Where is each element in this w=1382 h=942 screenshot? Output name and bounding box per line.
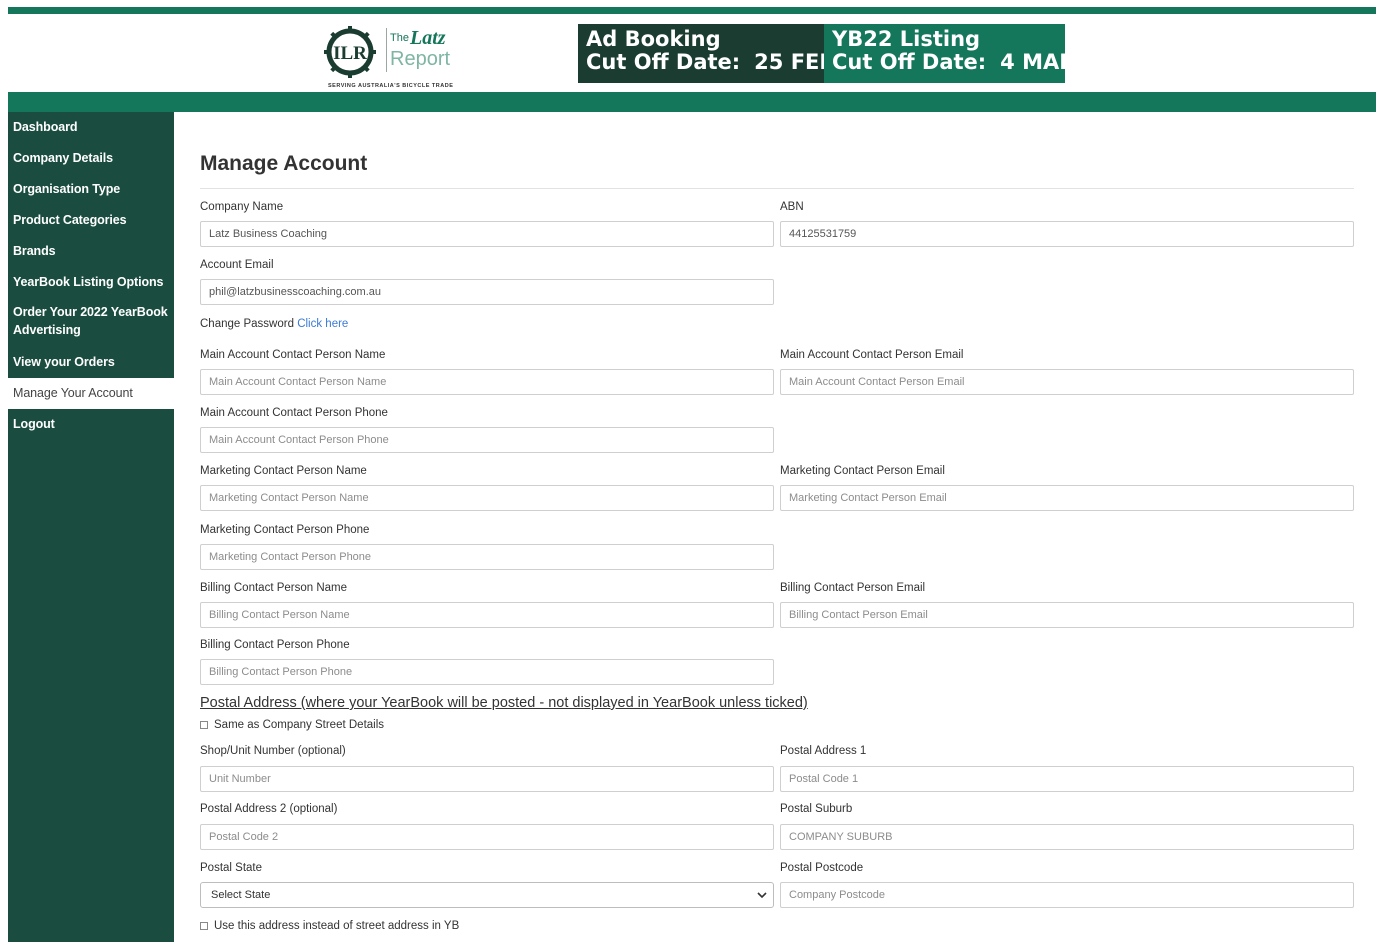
logo-tagline: SERVING AUSTRALIA'S BICYCLE TRADE xyxy=(328,83,454,89)
logo-the: The xyxy=(390,32,409,44)
billing-email-input[interactable] xyxy=(780,602,1354,628)
site-header: ILR The Latz Report SERVING AUSTRALIA'S … xyxy=(8,14,1376,92)
billing-name-label: Billing Contact Person Name xyxy=(200,582,348,594)
sidebar-nav: Dashboard Company Details Organisation T… xyxy=(8,112,174,942)
account-email-input[interactable] xyxy=(200,279,774,305)
page-title: Manage Account xyxy=(200,152,368,175)
logo-latz: Latz xyxy=(410,27,446,49)
postal-state-select[interactable]: Select State xyxy=(200,882,774,908)
sidebar-item-dashboard[interactable]: Dashboard xyxy=(8,112,174,143)
postal-postcode-input[interactable] xyxy=(780,882,1354,908)
svg-text:ILR: ILR xyxy=(333,43,367,64)
billing-phone-input[interactable] xyxy=(200,659,774,685)
same-as-company-row[interactable]: Same as Company Street Details xyxy=(200,719,384,731)
title-divider xyxy=(200,188,1354,189)
yb22-cutoff-date: 4 MAR xyxy=(1000,50,1076,74)
sidebar-item-brands[interactable]: Brands xyxy=(8,236,174,267)
same-as-company-label: Same as Company Street Details xyxy=(214,719,385,731)
top-accent-stripe xyxy=(8,7,1376,14)
sidebar-item-organisation-type[interactable]: Organisation Type xyxy=(8,174,174,205)
postal-address2-input[interactable] xyxy=(200,824,774,850)
ad-booking-title: Ad Booking xyxy=(586,27,721,51)
cutoff-banner[interactable]: Ad Booking Cut Off Date: 25 FEB YB22 Lis… xyxy=(578,24,1075,83)
gear-logo-icon: ILR xyxy=(324,26,376,78)
postal-suburb-label: Postal Suburb xyxy=(780,803,853,815)
postal-state-selected: Select State xyxy=(211,889,271,901)
use-address-row[interactable]: Use this address instead of street addre… xyxy=(200,920,459,932)
postal-address1-label: Postal Address 1 xyxy=(780,745,867,757)
unit-number-input[interactable] xyxy=(200,766,774,792)
main-contact-email-label: Main Account Contact Person Email xyxy=(780,349,964,361)
main-contact-name-label: Main Account Contact Person Name xyxy=(200,349,386,361)
billing-email-label: Billing Contact Person Email xyxy=(780,582,926,594)
latz-report-logo[interactable]: ILR The Latz Report SERVING AUSTRALIA'S … xyxy=(322,22,462,89)
ad-booking-cutoff: Ad Booking Cut Off Date: 25 FEB xyxy=(578,24,835,83)
yb22-listing-title: YB22 Listing xyxy=(832,27,981,51)
marketing-name-input[interactable] xyxy=(200,485,774,511)
postal-state-label: Postal State xyxy=(200,862,263,874)
company-name-label: Company Name xyxy=(200,201,284,213)
main-contact-phone-label: Main Account Contact Person Phone xyxy=(200,407,388,419)
chevron-down-icon xyxy=(757,892,767,899)
change-password-label: Change Password xyxy=(200,318,294,330)
abn-label: ABN xyxy=(780,201,804,213)
main-contact-name-input[interactable] xyxy=(200,369,774,395)
logo-report: Report xyxy=(390,48,451,70)
use-address-checkbox[interactable] xyxy=(200,922,208,930)
main-contact-phone-input[interactable] xyxy=(200,427,774,453)
header-green-bar xyxy=(8,92,1376,112)
sidebar-item-company-details[interactable]: Company Details xyxy=(8,143,174,174)
postal-address-heading: Postal Address (where your YearBook will… xyxy=(200,695,808,711)
logo-divider xyxy=(386,28,387,72)
marketing-email-input[interactable] xyxy=(780,485,1354,511)
marketing-email-label: Marketing Contact Person Email xyxy=(780,465,945,477)
marketing-phone-input[interactable] xyxy=(200,544,774,570)
billing-name-input[interactable] xyxy=(200,602,774,628)
postal-address1-input[interactable] xyxy=(780,766,1354,792)
sidebar-item-yearbook-listing-options[interactable]: YearBook Listing Options xyxy=(8,267,174,298)
change-password-link[interactable]: Click here xyxy=(297,318,348,330)
change-password-row: Change Password Click here xyxy=(200,318,348,330)
sidebar-item-manage-account[interactable]: Manage Your Account xyxy=(8,378,174,409)
abn-input[interactable] xyxy=(780,221,1354,247)
marketing-phone-label: Marketing Contact Person Phone xyxy=(200,524,370,536)
sidebar-item-order-yearbook-advertising[interactable]: Order Your 2022 YearBook Advertising xyxy=(8,298,174,347)
yb22-listing-cutoff: YB22 Listing Cut Off Date: 4 MAR xyxy=(824,24,1075,83)
same-as-company-checkbox[interactable] xyxy=(200,721,208,729)
sidebar-item-view-orders[interactable]: View your Orders xyxy=(8,347,174,378)
ad-booking-cutoff-label: Cut Off Date: xyxy=(586,50,741,74)
billing-phone-label: Billing Contact Person Phone xyxy=(200,639,350,651)
sidebar-item-product-categories[interactable]: Product Categories xyxy=(8,205,174,236)
account-email-label: Account Email xyxy=(200,259,274,271)
postal-suburb-input[interactable] xyxy=(780,824,1354,850)
main-contact-email-input[interactable] xyxy=(780,369,1354,395)
use-address-label: Use this address instead of street addre… xyxy=(214,920,460,932)
unit-number-label: Shop/Unit Number (optional) xyxy=(200,745,346,757)
company-name-input[interactable] xyxy=(200,221,774,247)
postal-address2-label: Postal Address 2 (optional) xyxy=(200,803,338,815)
sidebar-item-logout[interactable]: Logout xyxy=(8,409,174,440)
postal-postcode-label: Postal Postcode xyxy=(780,862,864,874)
yb22-cutoff-label: Cut Off Date: xyxy=(832,50,987,74)
marketing-name-label: Marketing Contact Person Name xyxy=(200,465,367,477)
